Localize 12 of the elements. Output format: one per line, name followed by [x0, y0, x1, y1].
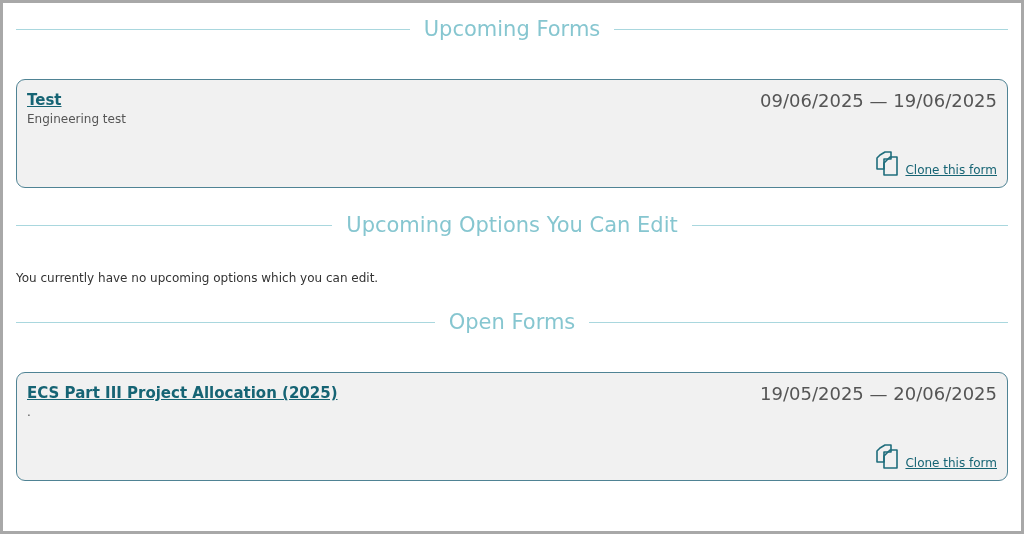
section-heading: Open Forms [448, 310, 576, 334]
info-message: You currently have no upcoming options which you can edit. [16, 271, 380, 285]
form-description: Engineering test [27, 112, 126, 126]
clone-form-link[interactable]: Clone this form [905, 456, 997, 470]
form-title-link[interactable]: Test [27, 91, 62, 109]
date-range: 19/05/2025 — 20/06/2025 [760, 383, 997, 404]
clone-form-link[interactable]: Clone this form [905, 163, 997, 177]
form-title-link[interactable]: ECS Part III Project Allocation (2025) [27, 384, 338, 402]
form-description: . [27, 405, 32, 419]
date-range: 09/06/2025 — 19/06/2025 [760, 90, 997, 111]
section-heading: Upcoming Forms [423, 17, 601, 41]
section-heading: Upcoming Options You Can Edit [346, 213, 678, 237]
